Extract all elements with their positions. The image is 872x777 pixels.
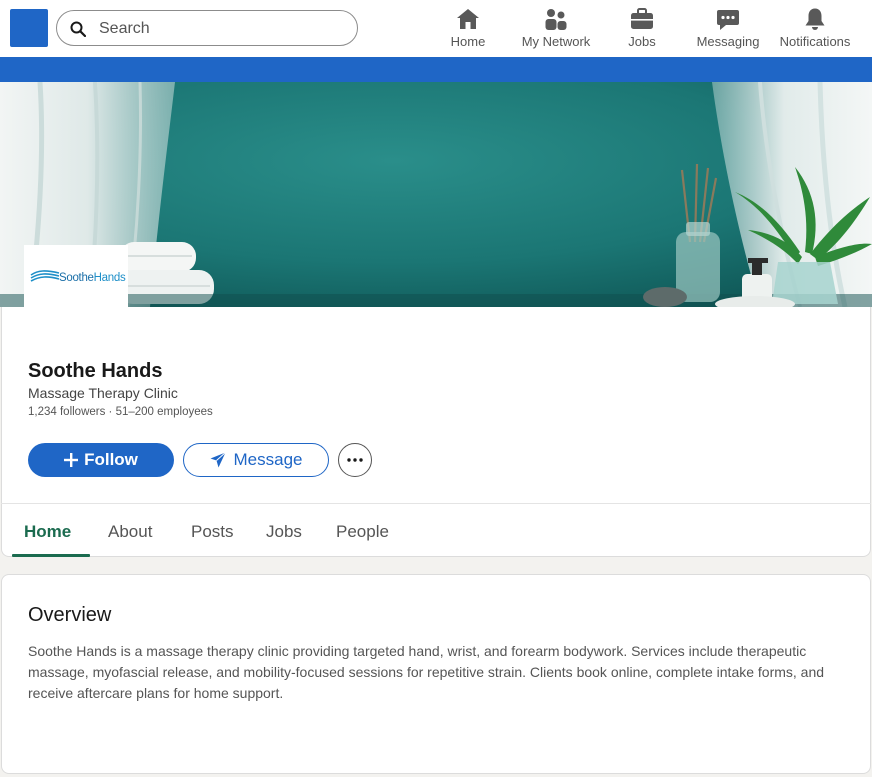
nav-messaging[interactable]: Messaging [694, 6, 762, 54]
company-stats: 1,234 followers · 51–200 employees [28, 406, 213, 418]
tab-jobs[interactable]: Jobs [266, 522, 302, 542]
nav-jobs-label: Jobs [628, 34, 656, 49]
nav-messaging-label: Messaging [696, 34, 760, 49]
home-icon [457, 9, 479, 29]
app-logo[interactable] [10, 9, 48, 47]
nav-notifications[interactable]: Notifications [776, 6, 854, 54]
nav-my-network-label: My Network [521, 34, 591, 49]
search-input[interactable] [99, 18, 339, 40]
company-profile-card [1, 307, 871, 557]
send-icon [210, 452, 226, 468]
follow-button[interactable]: Follow [28, 443, 174, 477]
overview-description: Soothe Hands is a massage therapy clinic… [28, 643, 825, 701]
nav-jobs[interactable]: Jobs [622, 6, 662, 54]
cover-top-band [0, 57, 872, 82]
search-box[interactable] [56, 10, 358, 46]
follow-button-label: Follow [84, 450, 138, 469]
chat-icon [717, 10, 739, 30]
hand-wave-logo-icon [30, 270, 60, 282]
people-icon [545, 9, 567, 30]
briefcase-icon [631, 8, 653, 29]
nav-my-network[interactable]: My Network [518, 6, 594, 54]
plus-icon [64, 453, 79, 467]
nav-home-label: Home [450, 34, 486, 49]
more-options-button[interactable] [338, 443, 372, 477]
top-nav: Home My Network Jobs Messaging [0, 0, 872, 57]
cover-image [0, 82, 872, 307]
nav-notifications-label: Notifications [779, 34, 851, 49]
company-name: Soothe Hands [28, 360, 163, 382]
tabs-divider [1, 503, 871, 504]
company-industry: Massage Therapy Clinic [28, 385, 178, 401]
active-tab-indicator [12, 554, 90, 557]
tab-about[interactable]: About [108, 522, 152, 542]
logo-text-hands: Hands [93, 272, 126, 284]
message-button[interactable]: Message [183, 443, 329, 477]
logo-text-soothe: Soothe [59, 272, 94, 284]
bell-icon [805, 8, 825, 30]
tab-people[interactable]: People [336, 522, 389, 542]
overview-title: Overview [28, 604, 112, 626]
tab-home[interactable]: Home [24, 522, 71, 542]
company-logo-text: SootheHands [59, 272, 126, 284]
ellipsis-icon [347, 458, 363, 462]
message-button-label: Message [233, 450, 303, 469]
nav-home[interactable]: Home [444, 6, 492, 54]
tab-posts[interactable]: Posts [191, 522, 234, 542]
company-logo: SootheHands [24, 245, 128, 307]
search-icon [70, 21, 86, 37]
